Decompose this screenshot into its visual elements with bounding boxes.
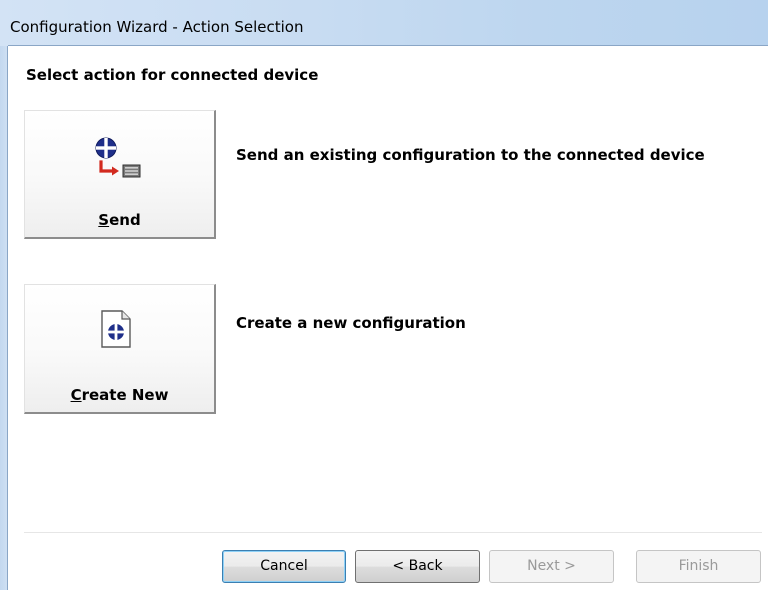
next-button[interactable]: Next > bbox=[489, 550, 614, 583]
send-configuration-icon bbox=[95, 137, 141, 178]
create-new-mnemonic: C bbox=[70, 386, 82, 404]
title-bar[interactable]: Configuration Wizard - Action Selection bbox=[0, 0, 768, 46]
create-new-description: Create a new configuration bbox=[236, 314, 466, 332]
create-new-button[interactable]: Create New bbox=[24, 284, 216, 414]
footer-separator bbox=[24, 532, 762, 534]
page-heading: Select action for connected device bbox=[26, 66, 319, 84]
finish-button[interactable]: Finish bbox=[636, 550, 761, 583]
send-button-label: Send bbox=[25, 211, 214, 229]
window-frame-left bbox=[0, 46, 8, 590]
send-description: Send an existing configuration to the co… bbox=[236, 146, 705, 164]
create-new-label-rest: reate New bbox=[81, 386, 169, 404]
send-mnemonic: S bbox=[98, 211, 110, 229]
create-new-button-label: Create New bbox=[25, 386, 214, 404]
new-configuration-document-icon bbox=[101, 310, 131, 348]
cancel-button[interactable]: Cancel bbox=[222, 550, 346, 583]
window-title: Configuration Wizard - Action Selection bbox=[10, 18, 304, 36]
send-label-rest: end bbox=[109, 211, 141, 229]
back-button[interactable]: < Back bbox=[355, 550, 480, 583]
wizard-window: Configuration Wizard - Action Selection … bbox=[0, 0, 768, 590]
